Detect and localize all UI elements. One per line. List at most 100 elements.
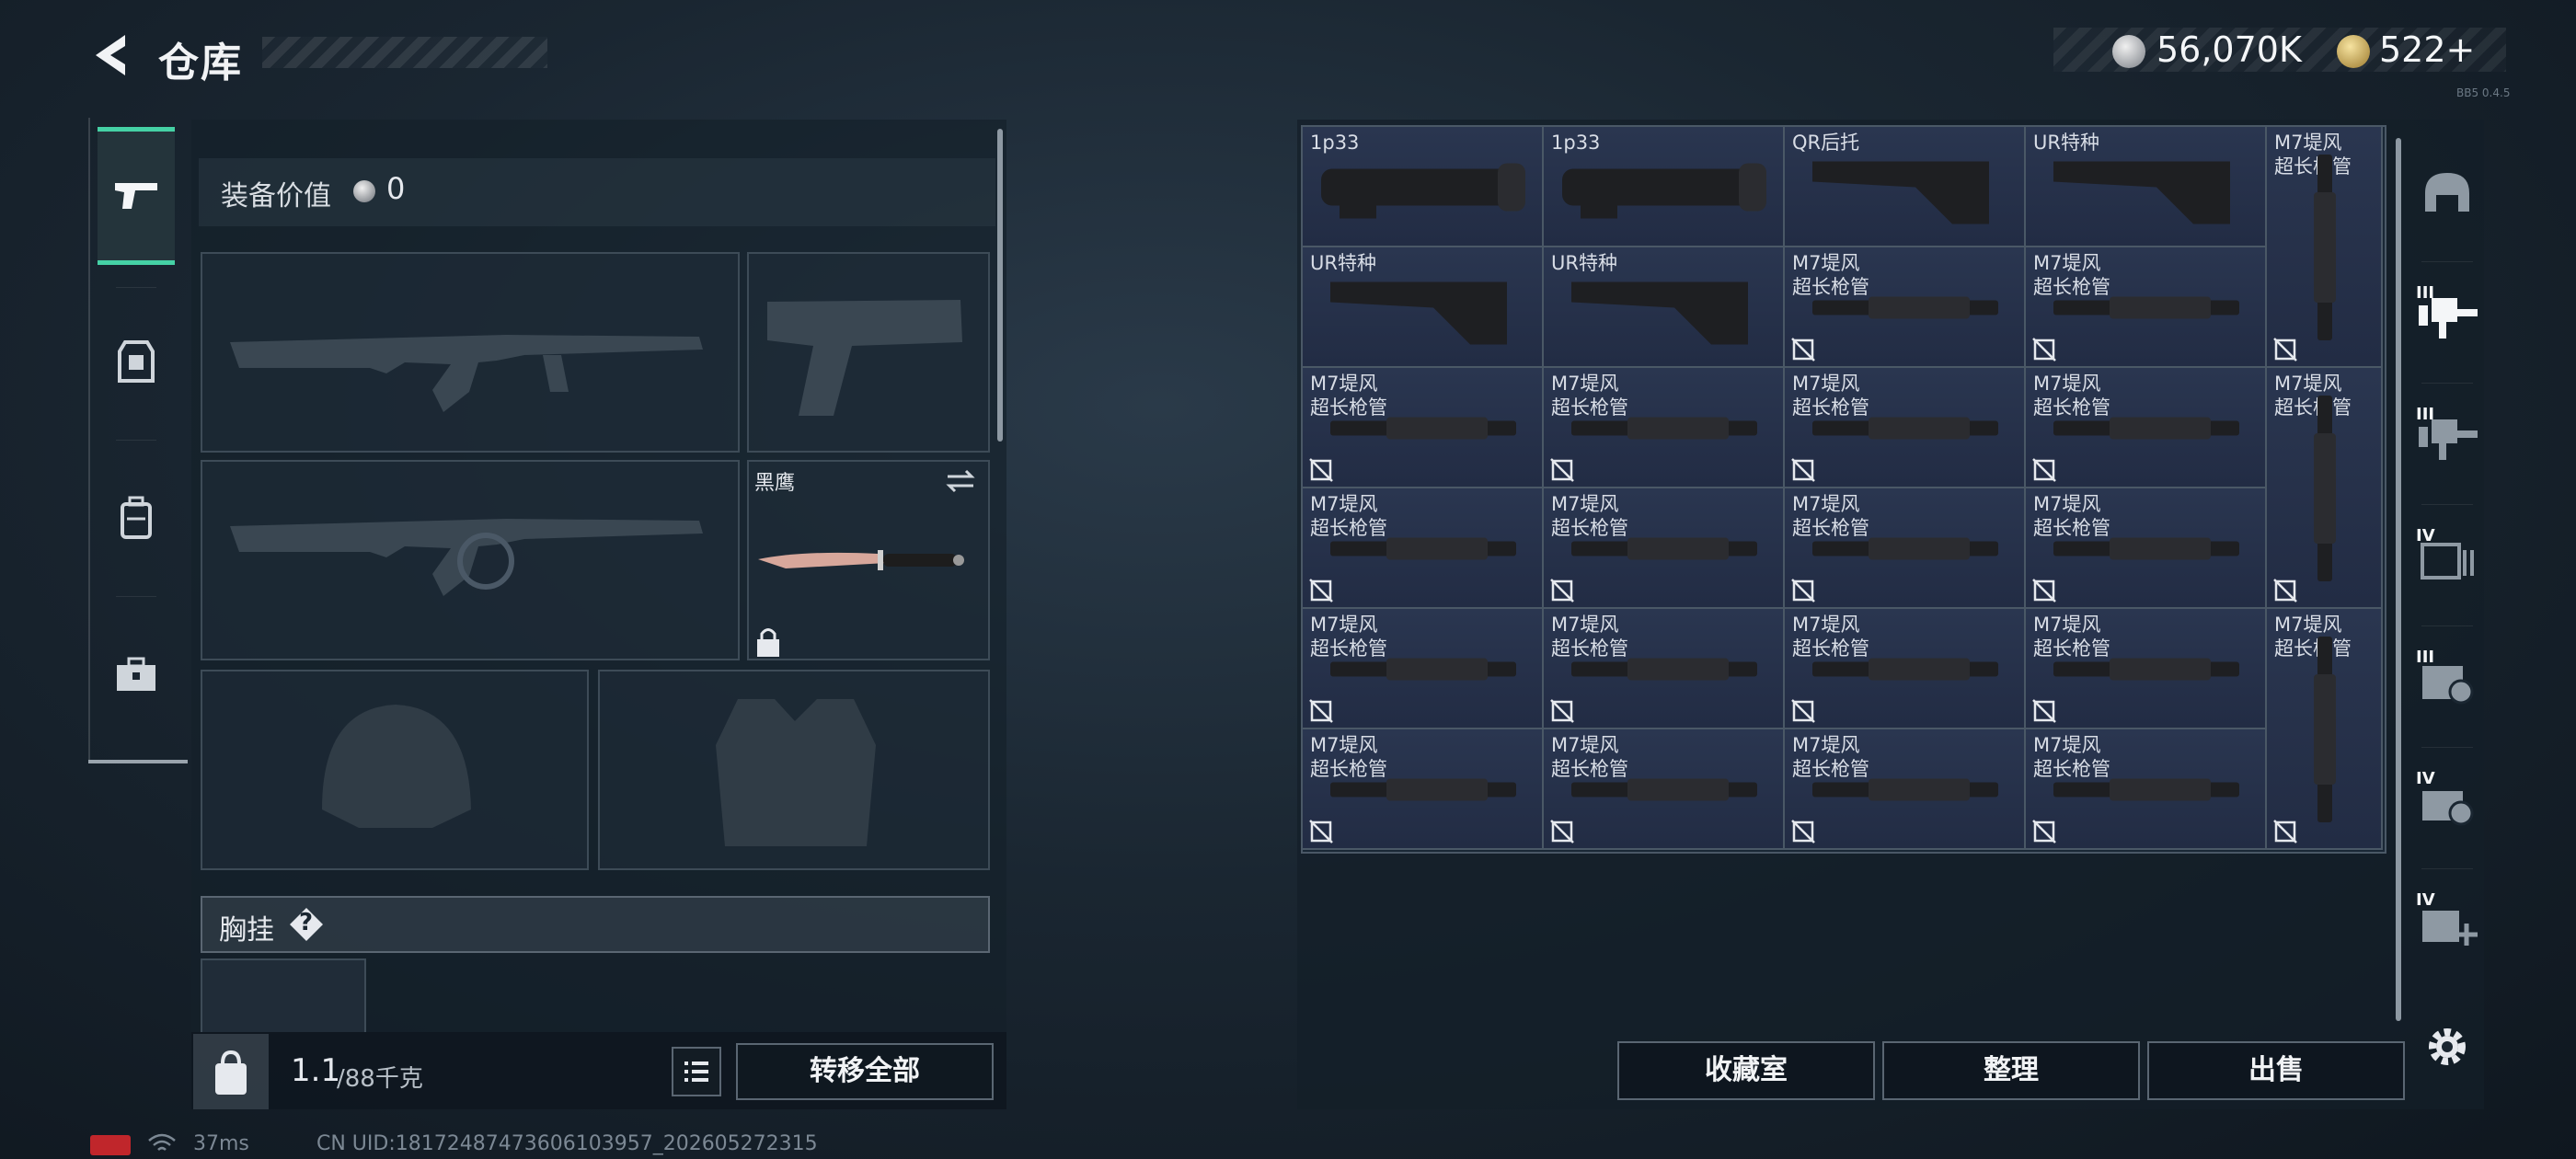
storage-item[interactable]: 1p33 (1544, 127, 1785, 247)
tab-ammo[interactable]: IV (2410, 513, 2484, 605)
tab-medical[interactable]: III (2410, 635, 2484, 727)
storage-item[interactable]: M7堤风 超长枪管 (1303, 368, 1544, 488)
storage-item[interactable]: M7堤风 超长枪管 (1785, 247, 2026, 368)
no-preview-icon (1791, 338, 1815, 361)
barrel-icon (1812, 417, 1998, 440)
no-preview-icon (1550, 699, 1574, 723)
storage-item[interactable]: UR特种 (1303, 247, 1544, 368)
tab-divider (116, 287, 156, 288)
tab-divider (116, 596, 156, 597)
storage-item[interactable]: M7堤风 超长枪管 (2267, 127, 2383, 368)
no-preview-icon (2032, 820, 2056, 843)
settings-button[interactable] (2421, 1021, 2473, 1073)
tab-weapons[interactable] (98, 127, 175, 265)
storage-item[interactable]: M7堤风 超长枪管 (1303, 488, 1544, 609)
storage-scrollbar[interactable] (2396, 138, 2401, 1021)
storage-item[interactable]: 1p33 (1303, 127, 1544, 247)
barrel-icon (2314, 637, 2336, 822)
back-button[interactable] (85, 28, 140, 83)
tab-throwables[interactable]: IV (2410, 756, 2484, 848)
scope-icon (1562, 163, 1766, 219)
helmet-silhouette-icon (322, 705, 471, 828)
vest-silhouette-icon (716, 699, 876, 846)
gold-coin-icon (2337, 35, 2370, 68)
tab-backpack[interactable] (98, 449, 175, 587)
storage-item[interactable]: M7堤风 超长枪管 (2026, 609, 2267, 729)
tab-misc[interactable]: IV (2410, 878, 2484, 970)
barrel-icon (2314, 155, 2336, 340)
storage-item[interactable]: UR特种 (1544, 247, 1785, 368)
storage-item[interactable]: M7堤风 超长枪管 (2267, 368, 2383, 609)
storage-item[interactable]: M7堤风 超长枪管 (1544, 609, 1785, 729)
stock-icon (1812, 161, 1989, 224)
tab-attachments-2[interactable]: III (2410, 392, 2484, 484)
storage-item[interactable]: M7堤风 超长枪管 (2026, 368, 2267, 488)
barrel-icon (1812, 658, 1998, 681)
chest-rig-label: 胸挂 (219, 914, 274, 947)
capacity-button[interactable] (193, 1034, 269, 1109)
storage-item[interactable]: M7堤风 超长枪管 (2026, 247, 2267, 368)
gear-icon (2429, 1028, 2466, 1065)
silver-coin-icon (2112, 35, 2145, 68)
arrange-button[interactable]: 整理 (1882, 1041, 2140, 1100)
storage-item[interactable]: UR特种 (2026, 127, 2267, 247)
primary-weapon-slot[interactable] (201, 252, 740, 453)
secondary-weapon-slot[interactable] (201, 460, 740, 660)
tab-divider (2421, 504, 2473, 505)
help-button[interactable]: ? (288, 906, 325, 943)
rifle-silhouette-icon (230, 335, 703, 412)
no-preview-icon (1309, 579, 1333, 602)
version-tag: BB5 0.4.5 (2456, 86, 2511, 99)
storage-item[interactable]: M7堤风 超长枪管 (2026, 729, 2267, 850)
tab-attachments[interactable]: III (2410, 270, 2484, 362)
list-view-button[interactable] (672, 1047, 721, 1096)
tab-divider (2421, 868, 2473, 869)
storage-item[interactable]: M7堤风 超长枪管 (1544, 488, 1785, 609)
stock-icon (1330, 281, 1507, 345)
storage-item[interactable]: M7堤风 超长枪管 (1544, 368, 1785, 488)
barrel-icon (2053, 417, 2239, 440)
tab-armor[interactable] (98, 293, 175, 430)
gold-balance[interactable]: 522+ (2379, 29, 2475, 70)
sell-button[interactable]: 出售 (2147, 1041, 2405, 1100)
storage-item[interactable]: M7堤风 超长枪管 (2026, 488, 2267, 609)
list-icon (684, 1061, 708, 1082)
storage-item[interactable]: M7堤风 超长枪管 (1785, 488, 2026, 609)
tab-tier-label: IV (2416, 890, 2435, 910)
tab-divider (2421, 747, 2473, 748)
storage-item[interactable]: M7堤风 超长枪管 (1785, 609, 2026, 729)
no-preview-icon (2273, 579, 2297, 602)
sidearm-slot[interactable] (747, 252, 990, 453)
wifi-icon (147, 1133, 177, 1155)
body-armor-slot[interactable] (598, 670, 990, 870)
storage-item[interactable]: M7堤风 超长枪管 (1303, 609, 1544, 729)
swap-icon[interactable] (944, 467, 977, 495)
storage-item[interactable]: M7堤风 超长枪管 (1785, 368, 2026, 488)
battery-icon (90, 1135, 131, 1155)
storage-item[interactable]: QR后托 (1785, 127, 2026, 247)
storage-item[interactable]: M7堤风 超长枪管 (2267, 609, 2383, 850)
barrel-icon (2053, 778, 2239, 801)
title-decoration (262, 37, 547, 68)
no-preview-icon (1309, 699, 1333, 723)
rifle-silhouette-icon (230, 519, 703, 596)
chest-rig-slot[interactable] (201, 958, 366, 1032)
storage-item[interactable]: M7堤风 超长枪管 (1303, 729, 1544, 850)
silver-balance: 56,070K (2156, 29, 2302, 70)
helmet-icon (2425, 173, 2469, 212)
tab-helmet[interactable] (2410, 147, 2484, 239)
no-preview-icon (2032, 338, 2056, 361)
collection-room-button[interactable]: 收藏室 (1617, 1041, 1875, 1100)
equip-value-label: 装备价值 (221, 180, 331, 212)
no-preview-icon (2273, 820, 2297, 843)
storage-item[interactable]: M7堤风 超长枪管 (1785, 729, 2026, 850)
tab-toolbox[interactable] (98, 605, 175, 743)
weight-value: 1.1 (291, 1052, 341, 1089)
helmet-slot[interactable] (201, 670, 589, 870)
barrel-icon (1330, 658, 1516, 681)
pistol-icon (115, 183, 157, 209)
storage-item[interactable]: M7堤风 超长枪管 (1544, 729, 1785, 850)
barrel-icon (1571, 417, 1757, 440)
loadout-scrollbar[interactable] (997, 129, 1003, 442)
transfer-all-button[interactable]: 转移全部 (736, 1043, 994, 1100)
